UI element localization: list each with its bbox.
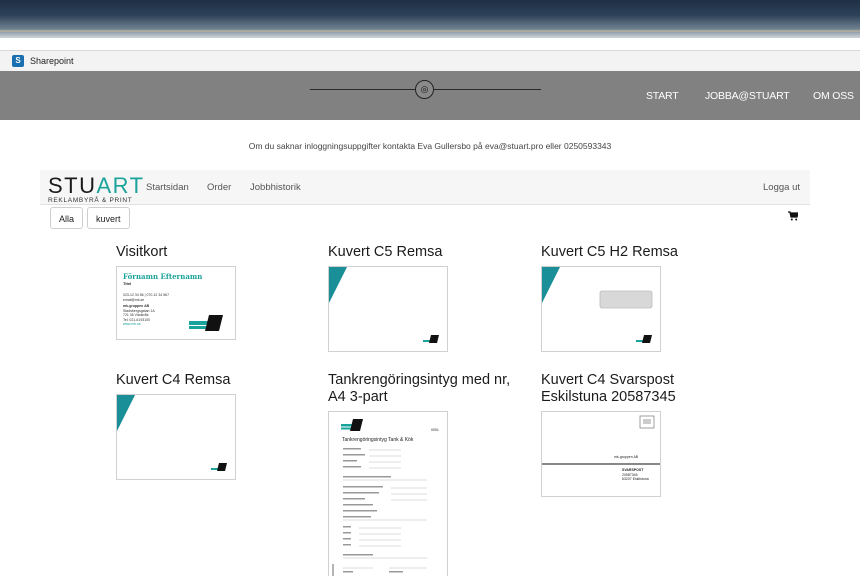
product-thumbnail[interactable] [116,394,236,480]
circle-emblem-icon[interactable]: ◎ [415,80,434,99]
product-thumbnail[interactable]: Förnamn Efternamn Titel 023-12 34 56 | 0… [116,266,236,340]
reply-envelope-icon [542,415,660,465]
card-role: Titel [123,281,132,286]
product-title[interactable]: Kuvert C5 Remsa [328,244,528,261]
product-kuvert-c5-h2-remsa[interactable]: Kuvert C5 H2 Remsa [541,244,741,265]
filter-kuvert-button[interactable]: kuvert [87,207,130,229]
product-visitkort[interactable]: Visitkort [116,244,316,265]
form-number: 0001 [431,428,439,432]
brand-name-part2: ART [96,173,145,198]
product-thumbnail[interactable] [328,266,448,352]
envelope-stripe-icon [329,267,439,343]
shopping-cart-icon[interactable] [788,211,798,221]
filter-all-button[interactable]: Alla [50,207,84,229]
product-thumbnail[interactable]: 0001 Tankrengöringsintyg Tank & Kök [328,411,448,576]
card-contact: 023-12 34 56 | 070-12 34 567 email@mk.se… [123,293,170,326]
favorite-sharepoint-link[interactable]: Sharepoint [30,56,74,66]
card-name: Förnamn Efternamn [123,272,203,281]
reply-sender: mk-gruppen AB [614,455,639,459]
sharepoint-icon: S [12,55,24,67]
company-logo-icon [341,419,363,431]
nav-start-link[interactable]: START [646,90,679,102]
envelope-stripe-icon [117,395,227,471]
product-title[interactable]: Tankrengöringsintyg med nr, A4 3-part [328,372,528,405]
product-title[interactable]: Visitkort [116,244,316,261]
form-title: Tankrengöringsintyg Tank & Kök [342,437,414,443]
brand-logo[interactable]: STUART REKLAMBYRÅ & PRINT [48,175,145,205]
nav-order[interactable]: Order [207,182,231,193]
nav-jobba-link[interactable]: JOBBA@STUART [705,90,790,102]
nav-om-oss-link[interactable]: OM OSS [813,90,854,102]
envelope-window-icon [542,267,653,343]
nav-divider-right [433,89,541,90]
hero-banner-image [0,0,860,38]
favorites-bar: S Sharepoint [0,50,860,73]
company-logo-icon [189,315,223,331]
form-fields [332,448,427,576]
product-title[interactable]: Kuvert C4 Remsa [116,372,316,389]
product-thumbnail[interactable]: mk-gruppen AB SVARSPOST 20587345 63207 E… [541,411,661,497]
product-title[interactable]: Kuvert C5 H2 Remsa [541,244,741,261]
product-thumbnail[interactable] [541,266,661,352]
product-kuvert-c4-svarspost[interactable]: Kuvert C4 Svarspost Eskilstuna 20587345 [541,372,741,409]
brand-tagline: REKLAMBYRÅ & PRINT [48,197,133,204]
nav-divider-left [310,89,415,90]
product-title[interactable]: Kuvert C4 Svarspost Eskilstuna 20587345 [541,372,741,405]
product-kuvert-c4-remsa[interactable]: Kuvert C4 Remsa [116,372,316,393]
reply-recipient: SVARSPOST 20587345 63207 Eskilstuna [622,468,649,481]
product-kuvert-c5-remsa[interactable]: Kuvert C5 Remsa [328,244,528,265]
logout-link[interactable]: Logga ut [763,182,800,193]
login-notice: Om du saknar inloggningsuppgifter kontak… [248,141,612,151]
product-tankrengoringsintyg[interactable]: Tankrengöringsintyg med nr, A4 3-part [328,372,528,409]
app-header: STUART REKLAMBYRÅ & PRINT Startsidan Ord… [40,170,810,205]
brand-name-part1: STU [48,173,97,198]
hero-divider [0,30,860,32]
nav-jobbhistorik[interactable]: Jobbhistorik [250,182,301,193]
nav-startsidan[interactable]: Startsidan [146,182,189,193]
